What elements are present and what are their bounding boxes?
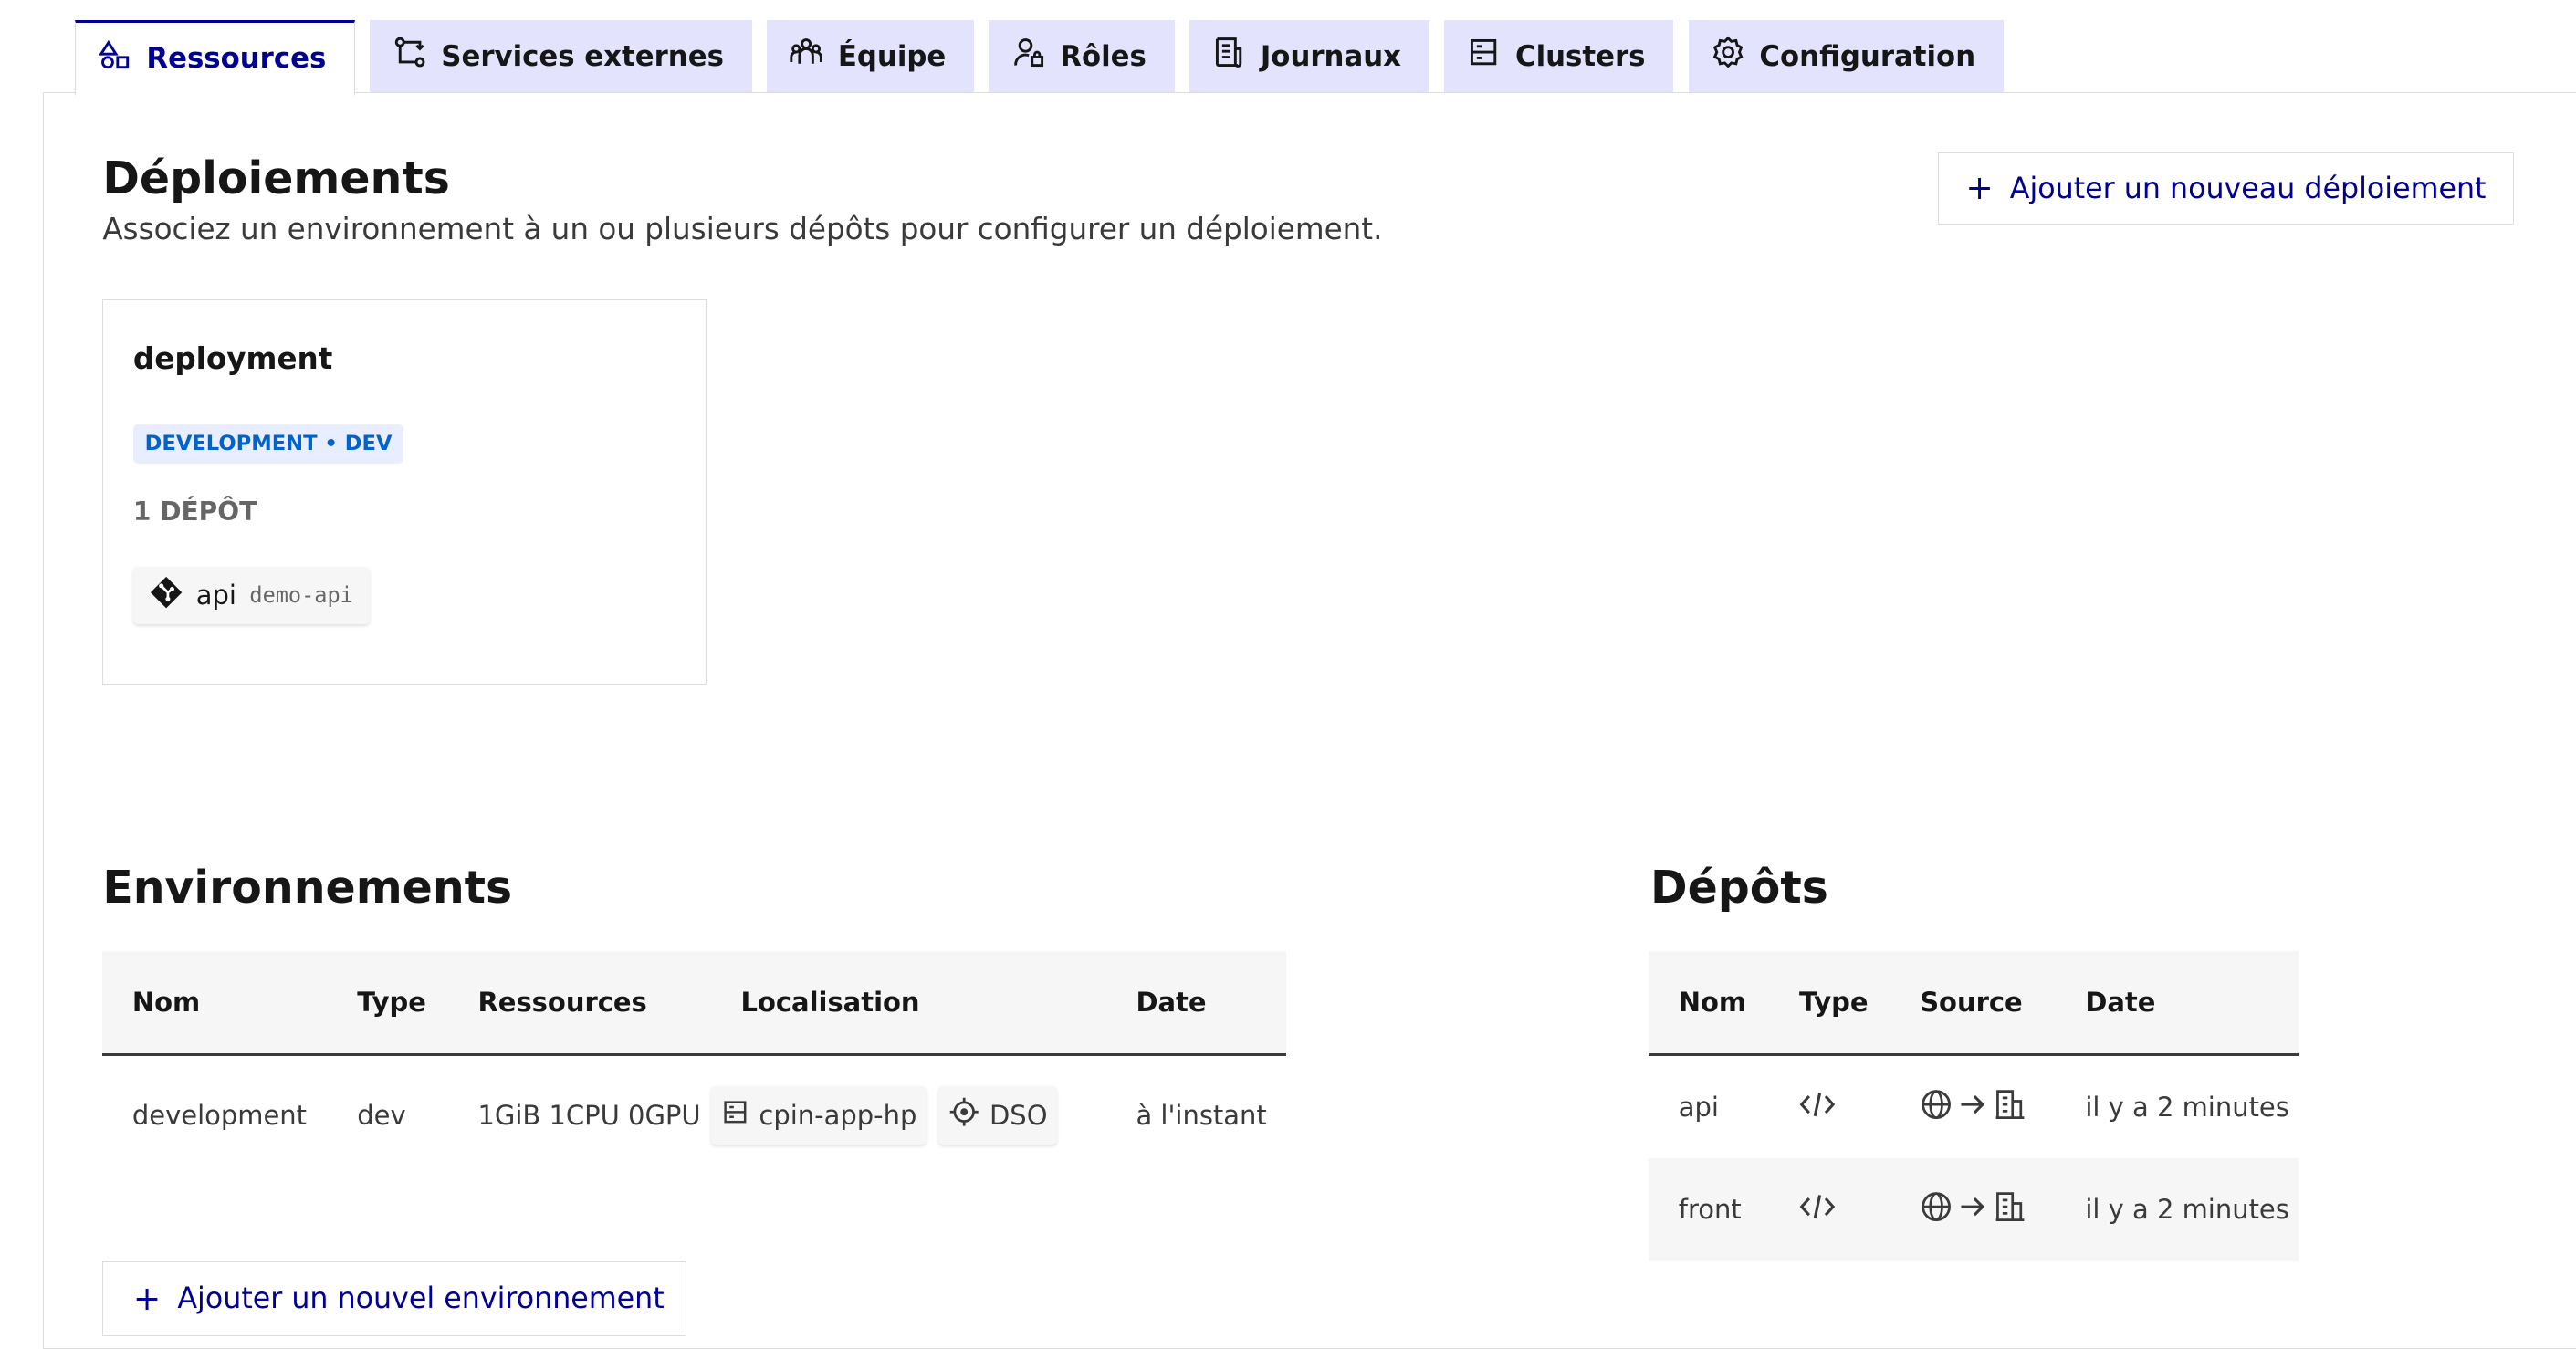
tab-clusters[interactable]: Clusters: [1444, 19, 1674, 93]
tab-configuration[interactable]: Configuration: [1688, 19, 2004, 93]
server-icon: [1467, 36, 1500, 76]
tab-label: Rôles: [1060, 39, 1147, 73]
page-root: Ressources Services externes Équipe Rôle…: [0, 0, 2576, 1349]
tab-panel: [43, 92, 2576, 1349]
services-icon: [393, 36, 426, 76]
tab-label: Ressources: [146, 42, 327, 76]
tab-label: Journaux: [1260, 39, 1402, 73]
tab-label: Services externes: [441, 39, 724, 73]
shapes-icon: [98, 38, 131, 78]
team-icon: [790, 36, 823, 76]
tab-journaux[interactable]: Journaux: [1189, 19, 1429, 93]
tab-label: Clusters: [1514, 39, 1646, 73]
tab-equipe[interactable]: Équipe: [767, 19, 975, 93]
tab-label: Équipe: [837, 39, 947, 73]
tab-bar: Ressources Services externes Équipe Rôle…: [74, 19, 2004, 97]
tab-ressources[interactable]: Ressources: [74, 19, 356, 97]
tab-label: Configuration: [1759, 39, 1976, 73]
newspaper-icon: [1212, 36, 1245, 76]
user-lock-icon: [1012, 36, 1045, 76]
gear-icon: [1712, 36, 1744, 76]
tab-roles[interactable]: Rôles: [989, 19, 1175, 93]
tab-services-externes[interactable]: Services externes: [370, 19, 752, 93]
